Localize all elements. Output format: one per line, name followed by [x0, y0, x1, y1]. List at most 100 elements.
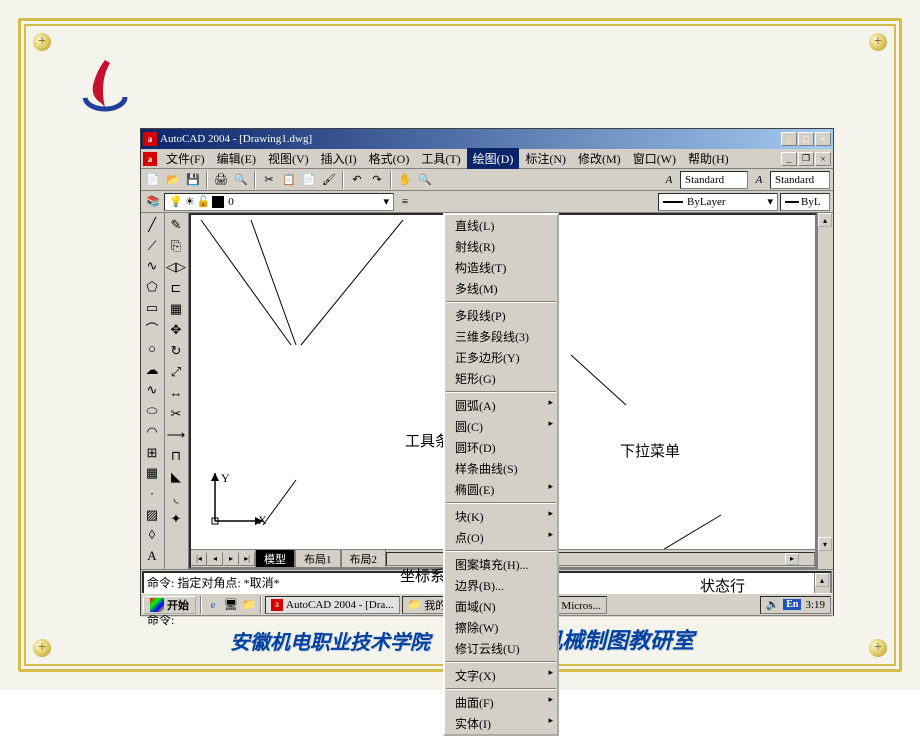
insert-icon[interactable]: ⊞ — [142, 443, 162, 463]
mdi-icon[interactable]: a — [143, 152, 157, 166]
polygon-icon[interactable]: ⬠ — [142, 277, 162, 297]
mdi-minimize-button[interactable]: _ — [781, 152, 797, 166]
system-tray[interactable]: 🔊 En 3:19 — [760, 596, 832, 614]
block-icon[interactable]: ▦ — [142, 463, 162, 483]
tab-last-button[interactable]: ▸| — [239, 552, 255, 566]
ellipse-icon[interactable]: ⬭ — [142, 401, 162, 421]
copy-obj-icon[interactable]: ⎘ — [166, 236, 186, 256]
close-button[interactable]: × — [815, 132, 831, 146]
layer-prev-icon[interactable]: ≡ — [396, 193, 414, 211]
ellipse-arc-icon[interactable]: ◠ — [142, 422, 162, 442]
desktop-icon[interactable]: 🖥 — [222, 596, 240, 614]
maximize-button[interactable]: □ — [798, 132, 814, 146]
tab-layout1[interactable]: 布局1 — [295, 549, 341, 569]
zoom-icon[interactable]: 🔍 — [416, 171, 434, 189]
region-icon[interactable]: ◊ — [142, 526, 162, 546]
mdi-close-button[interactable]: × — [815, 152, 831, 166]
menu-dim[interactable]: 标注(N) — [519, 148, 572, 169]
dd-wipeout[interactable]: 擦除(W) — [445, 617, 557, 638]
dd-ray[interactable]: 射线(R) — [445, 236, 557, 257]
stretch-icon[interactable]: ↔ — [166, 383, 186, 403]
move-icon[interactable]: ✥ — [166, 320, 186, 340]
preview-icon[interactable]: 🔍 — [232, 171, 250, 189]
language-indicator[interactable]: En — [783, 599, 801, 610]
dd-mline[interactable]: 多线(M) — [445, 278, 557, 299]
dd-point[interactable]: 点(O) — [445, 527, 557, 548]
layers-icon[interactable]: 📚 — [144, 193, 162, 211]
titlebar[interactable]: a AutoCAD 2004 - [Drawing1.dwg] _ □ × — [141, 129, 833, 149]
tab-prev-button[interactable]: ◂ — [207, 552, 223, 566]
dd-boundary[interactable]: 边界(B)... — [445, 575, 557, 596]
minimize-button[interactable]: _ — [781, 132, 797, 146]
chamfer-icon[interactable]: ◣ — [166, 467, 186, 487]
pan-icon[interactable]: ✋ — [396, 171, 414, 189]
text-style-combo[interactable]: Standard — [680, 171, 748, 189]
tab-next-button[interactable]: ▸ — [223, 552, 239, 566]
vscroll[interactable]: ▴ ▾ — [817, 213, 833, 569]
spline-icon[interactable]: ∿ — [142, 381, 162, 401]
ie-icon[interactable]: e — [204, 596, 222, 614]
dd-surface[interactable]: 曲面(F) — [445, 692, 557, 713]
open-icon[interactable]: 📂 — [164, 171, 182, 189]
dd-xline[interactable]: 构造线(T) — [445, 257, 557, 278]
save-icon[interactable]: 💾 — [184, 171, 202, 189]
menu-window[interactable]: 窗口(W) — [627, 148, 682, 169]
circle-icon[interactable]: ○ — [142, 339, 162, 359]
dd-block[interactable]: 块(K) — [445, 506, 557, 527]
array-icon[interactable]: ▦ — [166, 299, 186, 319]
explode-icon[interactable]: ✦ — [166, 509, 186, 529]
dd-line[interactable]: 直线(L) — [445, 215, 557, 236]
menu-file[interactable]: 文件(F) — [160, 148, 211, 169]
menu-format[interactable]: 格式(O) — [363, 148, 416, 169]
mirror-icon[interactable]: ◁▷ — [166, 257, 186, 277]
scale-icon[interactable]: ⤢ — [166, 362, 186, 382]
menu-tools[interactable]: 工具(T) — [415, 148, 466, 169]
menu-modify[interactable]: 修改(M) — [572, 148, 627, 169]
xline-icon[interactable]: ⟋ — [142, 236, 162, 256]
dd-circle[interactable]: 圆(C) — [445, 416, 557, 437]
mdi-restore-button[interactable]: ❐ — [798, 152, 814, 166]
revcloud-icon[interactable]: ☁ — [142, 360, 162, 380]
dd-region[interactable]: 面域(N) — [445, 596, 557, 617]
print-icon[interactable]: 🖨 — [212, 171, 230, 189]
dim-style-icon[interactable]: A — [750, 171, 768, 189]
dd-hatch[interactable]: 图案填充(H)... — [445, 554, 557, 575]
fillet-icon[interactable]: ◟ — [166, 488, 186, 508]
undo-icon[interactable]: ↶ — [348, 171, 366, 189]
task-autocad[interactable]: a AutoCAD 2004 - [Dra... — [265, 596, 400, 614]
explorer-icon[interactable]: 📁 — [240, 596, 258, 614]
text-icon[interactable]: A — [142, 546, 162, 566]
new-icon[interactable]: 📄 — [144, 171, 162, 189]
rotate-icon[interactable]: ↻ — [166, 341, 186, 361]
cut-icon[interactable]: ✂ — [260, 171, 278, 189]
dim-style-combo[interactable]: Standard — [770, 171, 830, 189]
layer-combo[interactable]: 💡 ☀ 🔓 0 ▾ — [164, 193, 394, 211]
dd-arc[interactable]: 圆弧(A) — [445, 395, 557, 416]
paste-icon[interactable]: 📄 — [300, 171, 318, 189]
dd-solid[interactable]: 实体(I) — [445, 713, 557, 734]
dd-rectangle[interactable]: 矩形(G) — [445, 368, 557, 389]
break-icon[interactable]: ⊓ — [166, 446, 186, 466]
color-combo[interactable]: ByLayer ▾ — [658, 193, 778, 211]
start-button[interactable]: 开始 — [143, 596, 196, 614]
copy-icon[interactable]: 📋 — [280, 171, 298, 189]
line-icon[interactable]: ╱ — [142, 215, 162, 235]
offset-icon[interactable]: ⊏ — [166, 278, 186, 298]
arc-icon[interactable]: ⌒ — [142, 319, 162, 339]
volume-icon[interactable]: 🔊 — [766, 598, 780, 611]
redo-icon[interactable]: ↷ — [368, 171, 386, 189]
tab-model[interactable]: 模型 — [255, 549, 295, 569]
linetype-combo[interactable]: ByL — [780, 193, 830, 211]
dd-pline[interactable]: 多段线(P) — [445, 305, 557, 326]
hatch-icon[interactable]: ▨ — [142, 505, 162, 525]
dd-donut[interactable]: 圆环(D) — [445, 437, 557, 458]
dd-revcloud[interactable]: 修订云线(U) — [445, 638, 557, 659]
scroll-up-button[interactable]: ▴ — [818, 213, 832, 227]
dd-text[interactable]: 文字(X) — [445, 665, 557, 686]
scroll-down-button[interactable]: ▾ — [818, 537, 832, 551]
style-icon[interactable]: A — [660, 171, 678, 189]
dd-spline[interactable]: 样条曲线(S) — [445, 458, 557, 479]
extend-icon[interactable]: ⟶ — [166, 425, 186, 445]
tab-layout2[interactable]: 布局2 — [341, 549, 387, 569]
tab-first-button[interactable]: |◂ — [191, 552, 207, 566]
